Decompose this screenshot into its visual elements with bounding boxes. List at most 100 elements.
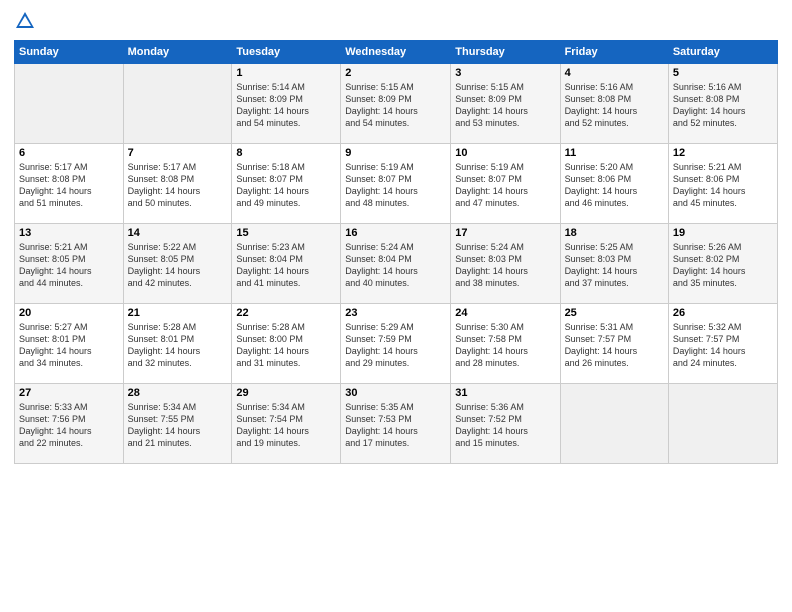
day-number: 27 [19, 387, 119, 399]
day-number: 23 [345, 307, 446, 319]
calendar-cell: 19 Sunrise: 5:26 AM Sunset: 8:02 PM Dayli… [668, 224, 777, 304]
calendar-cell: 17 Sunrise: 5:24 AM Sunset: 8:03 PM Dayli… [451, 224, 560, 304]
cell-text: Sunrise: 5:17 AM Sunset: 8:08 PM Dayligh… [19, 161, 119, 210]
calendar-cell: 27 Sunrise: 5:33 AM Sunset: 7:56 PM Dayli… [15, 384, 124, 464]
day-number: 8 [236, 147, 336, 159]
calendar-cell [668, 384, 777, 464]
calendar-header-wednesday: Wednesday [341, 41, 451, 64]
cell-text: Sunrise: 5:21 AM Sunset: 8:06 PM Dayligh… [673, 161, 773, 210]
calendar-cell: 9 Sunrise: 5:19 AM Sunset: 8:07 PM Daylig… [341, 144, 451, 224]
day-number: 14 [128, 227, 228, 239]
header [14, 10, 778, 32]
cell-text: Sunrise: 5:17 AM Sunset: 8:08 PM Dayligh… [128, 161, 228, 210]
cell-text: Sunrise: 5:32 AM Sunset: 7:57 PM Dayligh… [673, 321, 773, 370]
calendar-week-row: 6Sunrise: 5:17 AM Sunset: 8:08 PM Daylig… [15, 144, 778, 224]
day-number: 19 [673, 227, 773, 239]
cell-text: Sunrise: 5:22 AM Sunset: 8:05 PM Dayligh… [128, 241, 228, 290]
calendar-cell: 13 Sunrise: 5:21 AM Sunset: 8:05 PM Dayli… [15, 224, 124, 304]
calendar-header-thursday: Thursday [451, 41, 560, 64]
calendar-week-row: 27 Sunrise: 5:33 AM Sunset: 7:56 PM Dayli… [15, 384, 778, 464]
cell-text: Sunrise: 5:24 AM Sunset: 8:04 PM Dayligh… [345, 241, 446, 290]
day-number: 5 [673, 67, 773, 79]
cell-text: Sunrise: 5:28 AM Sunset: 8:00 PM Dayligh… [236, 321, 336, 370]
cell-text: Sunrise: 5:33 AM Sunset: 7:56 PM Dayligh… [19, 401, 119, 450]
calendar-cell: 21 Sunrise: 5:28 AM Sunset: 8:01 PM Dayli… [123, 304, 232, 384]
calendar-cell [560, 384, 668, 464]
calendar-header-tuesday: Tuesday [232, 41, 341, 64]
day-number: 31 [455, 387, 555, 399]
cell-text: Sunrise: 5:31 AM Sunset: 7:57 PM Dayligh… [565, 321, 664, 370]
cell-text: Sunrise: 5:23 AM Sunset: 8:04 PM Dayligh… [236, 241, 336, 290]
cell-text: Sunrise: 5:26 AM Sunset: 8:02 PM Dayligh… [673, 241, 773, 290]
day-number: 1 [236, 67, 336, 79]
cell-text: Sunrise: 5:19 AM Sunset: 8:07 PM Dayligh… [345, 161, 446, 210]
day-number: 20 [19, 307, 119, 319]
cell-text: Sunrise: 5:15 AM Sunset: 8:09 PM Dayligh… [345, 81, 446, 130]
calendar-cell: 6Sunrise: 5:17 AM Sunset: 8:08 PM Daylig… [15, 144, 124, 224]
calendar-header-sunday: Sunday [15, 41, 124, 64]
calendar-cell: 24 Sunrise: 5:30 AM Sunset: 7:58 PM Dayli… [451, 304, 560, 384]
calendar-cell: 31 Sunrise: 5:36 AM Sunset: 7:52 PM Dayli… [451, 384, 560, 464]
day-number: 30 [345, 387, 446, 399]
cell-text: Sunrise: 5:29 AM Sunset: 7:59 PM Dayligh… [345, 321, 446, 370]
day-number: 16 [345, 227, 446, 239]
day-number: 24 [455, 307, 555, 319]
calendar-cell: 5 Sunrise: 5:16 AM Sunset: 8:08 PM Daylig… [668, 64, 777, 144]
day-number: 13 [19, 227, 119, 239]
day-number: 21 [128, 307, 228, 319]
page: SundayMondayTuesdayWednesdayThursdayFrid… [0, 0, 792, 612]
calendar-cell: 28Sunrise: 5:34 AM Sunset: 7:55 PM Dayli… [123, 384, 232, 464]
calendar-cell: 20 Sunrise: 5:27 AM Sunset: 8:01 PM Dayli… [15, 304, 124, 384]
day-number: 3 [455, 67, 555, 79]
calendar-cell: 7Sunrise: 5:17 AM Sunset: 8:08 PM Daylig… [123, 144, 232, 224]
calendar-cell: 15Sunrise: 5:23 AM Sunset: 8:04 PM Dayli… [232, 224, 341, 304]
calendar-cell: 16 Sunrise: 5:24 AM Sunset: 8:04 PM Dayli… [341, 224, 451, 304]
calendar-cell: 14 Sunrise: 5:22 AM Sunset: 8:05 PM Dayli… [123, 224, 232, 304]
cell-text: Sunrise: 5:28 AM Sunset: 8:01 PM Dayligh… [128, 321, 228, 370]
calendar-cell: 26 Sunrise: 5:32 AM Sunset: 7:57 PM Dayli… [668, 304, 777, 384]
day-number: 25 [565, 307, 664, 319]
cell-text: Sunrise: 5:24 AM Sunset: 8:03 PM Dayligh… [455, 241, 555, 290]
calendar-header-row: SundayMondayTuesdayWednesdayThursdayFrid… [15, 41, 778, 64]
calendar-cell: 23 Sunrise: 5:29 AM Sunset: 7:59 PM Dayli… [341, 304, 451, 384]
calendar-cell: 12 Sunrise: 5:21 AM Sunset: 8:06 PM Dayli… [668, 144, 777, 224]
day-number: 26 [673, 307, 773, 319]
cell-text: Sunrise: 5:34 AM Sunset: 7:54 PM Dayligh… [236, 401, 336, 450]
calendar-cell: 1Sunrise: 5:14 AM Sunset: 8:09 PM Daylig… [232, 64, 341, 144]
day-number: 2 [345, 67, 446, 79]
cell-text: Sunrise: 5:15 AM Sunset: 8:09 PM Dayligh… [455, 81, 555, 130]
cell-text: Sunrise: 5:34 AM Sunset: 7:55 PM Dayligh… [128, 401, 228, 450]
day-number: 10 [455, 147, 555, 159]
cell-text: Sunrise: 5:20 AM Sunset: 8:06 PM Dayligh… [565, 161, 664, 210]
calendar-week-row: 13 Sunrise: 5:21 AM Sunset: 8:05 PM Dayli… [15, 224, 778, 304]
day-number: 22 [236, 307, 336, 319]
day-number: 29 [236, 387, 336, 399]
logo [14, 10, 40, 32]
cell-text: Sunrise: 5:36 AM Sunset: 7:52 PM Dayligh… [455, 401, 555, 450]
calendar-cell: 8Sunrise: 5:18 AM Sunset: 8:07 PM Daylig… [232, 144, 341, 224]
calendar-table: SundayMondayTuesdayWednesdayThursdayFrid… [14, 40, 778, 464]
calendar-cell: 22 Sunrise: 5:28 AM Sunset: 8:00 PM Dayli… [232, 304, 341, 384]
calendar-header-saturday: Saturday [668, 41, 777, 64]
calendar-week-row: 20 Sunrise: 5:27 AM Sunset: 8:01 PM Dayli… [15, 304, 778, 384]
calendar-header-monday: Monday [123, 41, 232, 64]
cell-text: Sunrise: 5:30 AM Sunset: 7:58 PM Dayligh… [455, 321, 555, 370]
day-number: 12 [673, 147, 773, 159]
logo-icon [14, 10, 36, 32]
calendar-cell: 25 Sunrise: 5:31 AM Sunset: 7:57 PM Dayli… [560, 304, 668, 384]
calendar-cell: 3 Sunrise: 5:15 AM Sunset: 8:09 PM Daylig… [451, 64, 560, 144]
calendar-cell [15, 64, 124, 144]
day-number: 17 [455, 227, 555, 239]
cell-text: Sunrise: 5:19 AM Sunset: 8:07 PM Dayligh… [455, 161, 555, 210]
cell-text: Sunrise: 5:35 AM Sunset: 7:53 PM Dayligh… [345, 401, 446, 450]
day-number: 4 [565, 67, 664, 79]
day-number: 9 [345, 147, 446, 159]
calendar-week-row: 1Sunrise: 5:14 AM Sunset: 8:09 PM Daylig… [15, 64, 778, 144]
calendar-cell: 10 Sunrise: 5:19 AM Sunset: 8:07 PM Dayli… [451, 144, 560, 224]
cell-text: Sunrise: 5:27 AM Sunset: 8:01 PM Dayligh… [19, 321, 119, 370]
cell-text: Sunrise: 5:16 AM Sunset: 8:08 PM Dayligh… [673, 81, 773, 130]
cell-text: Sunrise: 5:25 AM Sunset: 8:03 PM Dayligh… [565, 241, 664, 290]
calendar-cell: 18Sunrise: 5:25 AM Sunset: 8:03 PM Dayli… [560, 224, 668, 304]
cell-text: Sunrise: 5:21 AM Sunset: 8:05 PM Dayligh… [19, 241, 119, 290]
calendar-header-friday: Friday [560, 41, 668, 64]
